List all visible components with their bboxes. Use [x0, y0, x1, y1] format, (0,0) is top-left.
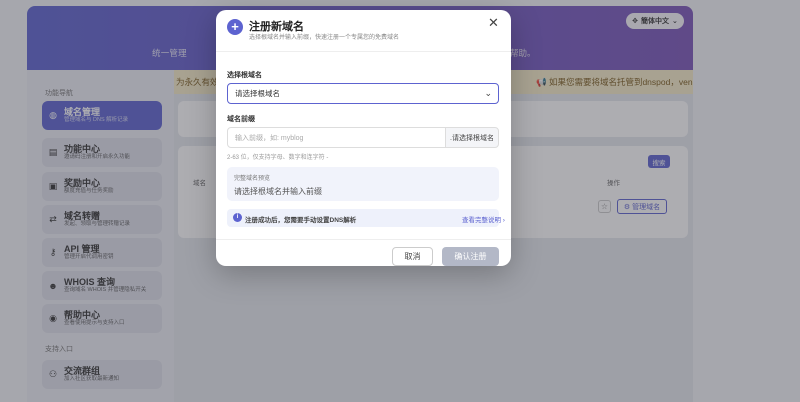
plus-icon: + [227, 19, 243, 35]
prefix-input[interactable]: 输入前缀，如: myblog [227, 127, 446, 148]
dialog-footer-divider [216, 239, 511, 240]
dns-info-bar: i 注册成功后，您需要手动设置DNS解析 查看完整说明 › [227, 209, 505, 227]
close-icon[interactable]: ✕ [488, 16, 499, 29]
chevron-down-icon: ⌄ [484, 88, 492, 98]
prefix-label: 域名前缀 [227, 116, 255, 123]
prefix-hint: 2-63 位，仅支持字母、数字和连字符 - [227, 155, 329, 161]
preview-label: 完整域名预览 [234, 176, 271, 182]
root-domain-label: 选择根域名 [227, 72, 262, 79]
domain-suffix: .请选择根域名 [445, 127, 499, 148]
info-icon: i [233, 213, 242, 222]
cancel-button[interactable]: 取消 [392, 247, 433, 266]
preview-value: 请选择根域名并输入前缀 [234, 187, 322, 196]
confirm-register-button[interactable]: 确认注册 [442, 247, 499, 266]
view-instructions-link[interactable]: 查看完整说明 › [462, 214, 505, 224]
dialog-header: + 注册新域名 选择根域名并输入前缀，快速注册一个专属您的免费域名 ✕ [216, 10, 511, 52]
info-text: 注册成功后，您需要手动设置DNS解析 [245, 217, 357, 224]
dialog-subtitle: 选择根域名并输入前缀，快速注册一个专属您的免费域名 [249, 35, 400, 41]
register-domain-dialog: + 注册新域名 选择根域名并输入前缀，快速注册一个专属您的免费域名 ✕ 选择根域… [216, 10, 511, 266]
root-domain-select[interactable]: 请选择根域名 ⌄ [227, 83, 499, 104]
domain-preview: 完整域名预览 请选择根域名并输入前缀 [227, 167, 499, 201]
